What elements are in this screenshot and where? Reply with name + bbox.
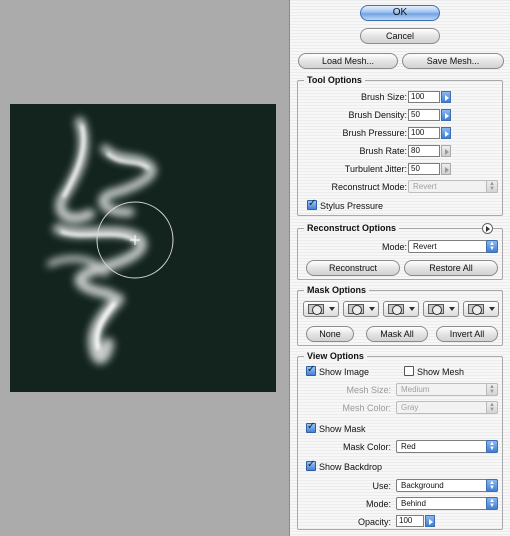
reconstruct-options-group: Reconstruct Options Mode: Revert ▲ ▼ Reco… [297,223,503,280]
brush-rate-field[interactable]: 80 [408,145,440,157]
mask-options-title: Mask Options [304,285,370,295]
mesh-color-select[interactable]: Gray ▲ ▼ [396,401,498,414]
opacity-label: Opacity: [357,517,391,527]
mask-color-value: Red [401,442,416,451]
stylus-pressure-label: Stylus Pressure [320,201,384,211]
view-options-group: View Options Show Image Show Mesh Mesh S… [297,351,503,530]
brush-rate-slider-button[interactable] [441,145,451,157]
chevron-down-icon [489,307,495,311]
liquify-options-panel: OK Cancel Load Mesh... Save Mesh... Tool… [289,0,510,536]
backdrop-mode-value: Behind [401,499,426,508]
mask-invert-icon [468,304,484,315]
save-mesh-button[interactable]: Save Mesh... [402,53,504,69]
backdrop-use-value: Background [401,481,444,490]
brush-size-field[interactable]: 100 [408,91,440,103]
replace-selection-mask-button[interactable] [303,301,339,317]
subtract-from-selection-mask-button[interactable] [383,301,419,317]
reconstruct-mode-label: Reconstruct Mode: [331,182,407,192]
turbulent-jitter-field[interactable]: 50 [408,163,440,175]
chevron-down-icon [329,307,335,311]
reconstruct-mode-dropdown[interactable]: Revert ▲ ▼ [408,240,498,253]
show-image-label: Show Image [319,367,370,377]
mesh-size-label: Mesh Size: [346,385,391,395]
chevron-updown-icon: ▲ ▼ [486,180,498,193]
load-mesh-button[interactable]: Load Mesh... [298,53,398,69]
brush-density-label: Brush Density: [348,110,407,120]
none-button[interactable]: None [306,326,354,342]
image-canvas[interactable] [10,104,276,392]
turbulent-jitter-slider-button[interactable] [441,163,451,175]
reconstruct-button[interactable]: Reconstruct [306,260,400,276]
show-mesh-checkbox[interactable] [404,366,414,376]
brush-size-label: Brush Size: [360,92,407,102]
backdrop-use-select[interactable]: Background ▲ ▼ [396,479,498,492]
mask-subtract-icon [388,304,404,315]
mask-replace-icon [308,304,324,315]
chevron-down-icon [449,307,455,311]
use-label: Use: [372,481,391,491]
stylus-pressure-checkbox[interactable] [307,198,317,210]
add-to-selection-mask-button[interactable] [343,301,379,317]
cancel-button[interactable]: Cancel [360,28,440,44]
reconstruct-mode-select[interactable]: Revert ▲ ▼ [408,180,498,193]
restore-all-button[interactable]: Restore All [404,260,498,276]
mesh-color-value: Gray [401,403,419,412]
show-mesh-label: Show Mesh [417,367,465,377]
chevron-updown-icon: ▲ ▼ [486,383,498,396]
mask-options-group: Mask Options None Mask All Invert All [297,285,503,346]
brush-pressure-label: Brush Pressure: [342,128,407,138]
intersect-selection-mask-button[interactable] [423,301,459,317]
show-mask-label: Show Mask [319,424,366,434]
reconstruct-mode-dropdown-value: Revert [413,242,437,251]
chevron-updown-icon: ▲ ▼ [486,440,498,453]
mask-add-icon [348,304,364,315]
opacity-field[interactable]: 100 [396,515,424,527]
show-backdrop-checkbox[interactable] [306,459,316,471]
mesh-size-value: Medium [401,385,430,394]
mask-intersect-icon [428,304,444,315]
show-backdrop-label: Show Backdrop [319,462,383,472]
chevron-updown-icon: ▲ ▼ [486,240,498,253]
mask-all-button[interactable]: Mask All [366,326,428,342]
brush-density-slider-button[interactable] [441,109,451,121]
tool-options-group: Tool Options Brush Size: 100 Brush Densi… [297,75,503,216]
mask-color-label: Mask Color: [342,442,391,452]
tool-options-title: Tool Options [304,75,365,85]
reconstruct-mode-label-2: Mode: [381,242,407,252]
chevron-updown-icon: ▲ ▼ [486,497,498,510]
invert-all-button[interactable]: Invert All [436,326,498,342]
options-menu-icon[interactable] [482,223,493,234]
brush-rate-label: Brush Rate: [359,146,407,156]
invert-selection-mask-button[interactable] [463,301,499,317]
chevron-updown-icon: ▲ ▼ [486,479,498,492]
brush-pressure-slider-button[interactable] [441,127,451,139]
opacity-slider-button[interactable] [425,515,435,527]
brush-pressure-field[interactable]: 100 [408,127,440,139]
chevron-updown-icon: ▲ ▼ [486,401,498,414]
chevron-down-icon [409,307,415,311]
show-image-checkbox[interactable] [306,364,316,376]
turbulent-jitter-label: Turbulent Jitter: [344,164,407,174]
reconstruct-mode-value: Revert [413,182,437,191]
brush-density-field[interactable]: 50 [408,109,440,121]
liquified-image [47,117,174,364]
mask-color-select[interactable]: Red ▲ ▼ [396,440,498,453]
preview-area [0,0,289,536]
view-options-title: View Options [304,351,367,361]
mesh-size-select[interactable]: Medium ▲ ▼ [396,383,498,396]
chevron-down-icon [369,307,375,311]
backdrop-mode-select[interactable]: Behind ▲ ▼ [396,497,498,510]
brush-size-slider-button[interactable] [441,91,451,103]
mesh-color-label: Mesh Color: [342,403,391,413]
backdrop-mode-label: Mode: [365,499,391,509]
reconstruct-options-title: Reconstruct Options [304,223,400,233]
show-mask-checkbox[interactable] [306,421,316,433]
ok-button[interactable]: OK [360,5,440,21]
